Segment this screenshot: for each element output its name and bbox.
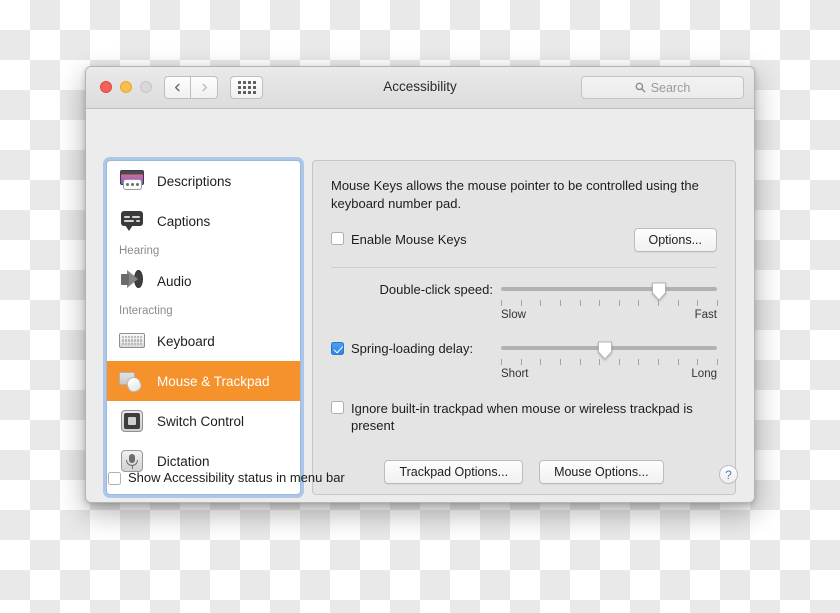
slider-tick (579, 358, 581, 365)
section-divider (331, 266, 717, 268)
checkbox-box (331, 400, 344, 414)
slider-ticks (501, 299, 718, 309)
slider-high-label: Fast (694, 308, 717, 321)
sidebar-item-switch-control[interactable]: Switch Control (107, 401, 300, 441)
slider-tick (638, 358, 640, 365)
slider-tick (520, 358, 522, 365)
slider-tick (658, 299, 660, 306)
slider-tick (540, 358, 542, 365)
switch-control-icon (118, 409, 146, 433)
slider-tick (520, 299, 522, 306)
slider-tick (618, 299, 620, 306)
slider-tick (579, 299, 581, 306)
slider-tick (501, 358, 502, 365)
slider-low-label: Short (501, 367, 529, 380)
slider-thumb[interactable] (597, 341, 612, 361)
spring-loading-delay-slider-block: Spring-loading delay: Short Long (331, 341, 718, 384)
slider-tick (677, 358, 679, 365)
slider-end-labels: Slow Fast (501, 309, 717, 325)
mouse-trackpad-settings-panel: Mouse Keys allows the mouse pointer to b… (312, 160, 736, 495)
show-accessibility-status-label: Show Accessibility status in menu bar (128, 470, 345, 485)
sidebar-group-hearing: Hearing (119, 245, 160, 257)
audio-icon (118, 269, 146, 293)
sidebar-item-label: Captions (157, 213, 211, 229)
window-bottom-bar: Show Accessibility status in menu bar ? (86, 457, 754, 502)
ignore-builtin-trackpad-checkbox[interactable]: Ignore built-in trackpad when mouse or w… (331, 400, 717, 435)
window-content: Descriptions Captions Hearing Audio Inte… (86, 109, 754, 502)
double-click-speed-label: Double-click speed: (379, 281, 493, 297)
sidebar-item-label: Switch Control (157, 413, 245, 429)
slider-tick (658, 358, 660, 365)
slider-thumb[interactable] (651, 282, 666, 302)
slider-tick (717, 358, 718, 365)
slider-tick (717, 299, 718, 306)
checkbox-box (331, 232, 344, 246)
double-click-speed-slider-block: Double-click speed: Slow Fast (331, 281, 718, 325)
slider-tick (599, 299, 601, 306)
accessibility-preferences-window: Accessibility Search Descriptions Captio… (85, 66, 755, 503)
sidebar-item-descriptions[interactable]: Descriptions (107, 161, 300, 201)
captions-icon (118, 209, 146, 233)
slider-tick (677, 299, 679, 306)
sidebar-item-label: Descriptions (157, 173, 232, 189)
slider-ticks (501, 358, 718, 368)
slider-tick (618, 358, 620, 365)
enable-mouse-keys-checkbox[interactable]: Enable Mouse Keys (331, 231, 467, 248)
search-icon (635, 82, 646, 93)
sidebar-item-audio[interactable]: Audio (107, 261, 300, 301)
checkbox-box (108, 471, 121, 485)
sidebar-item-label: Keyboard (157, 333, 215, 349)
sidebar-item-keyboard[interactable]: Keyboard (107, 321, 300, 361)
slider-track (501, 287, 717, 292)
slider-tick (638, 299, 640, 306)
slider-low-label: Slow (501, 308, 526, 321)
mouse-trackpad-icon (118, 369, 146, 395)
slider-tick (540, 299, 542, 306)
sidebar-item-mouse-trackpad[interactable]: Mouse & Trackpad (107, 361, 300, 401)
checkbox-box (331, 342, 344, 356)
sidebar-item-label: Audio (157, 273, 192, 289)
mouse-keys-options-button[interactable]: Options... (633, 227, 717, 252)
window-titlebar: Accessibility Search (86, 67, 754, 109)
sidebar-item-captions[interactable]: Captions (107, 201, 300, 241)
spring-loading-delay-label: Spring-loading delay: (351, 340, 474, 356)
keyboard-icon (118, 329, 146, 353)
slider-tick (559, 358, 561, 365)
slider-end-labels: Short Long (501, 368, 717, 384)
enable-mouse-keys-row: Enable Mouse Keys Options... (331, 227, 717, 252)
double-click-speed-row: Double-click speed: (331, 281, 717, 302)
double-click-speed-slider[interactable] (501, 282, 717, 302)
spring-loading-delay-row: Spring-loading delay: (331, 341, 717, 361)
search-field[interactable]: Search (581, 76, 744, 99)
sidebar-item-label: Mouse & Trackpad (157, 373, 270, 389)
slider-high-label: Long (691, 367, 717, 380)
spring-loading-delay-checkbox[interactable]: Spring-loading delay: (331, 341, 501, 356)
slider-tick (697, 299, 699, 306)
sidebar-group-interacting: Interacting (119, 305, 173, 317)
help-button[interactable]: ? (719, 465, 738, 484)
accessibility-feature-list[interactable]: Descriptions Captions Hearing Audio Inte… (106, 160, 301, 495)
search-placeholder: Search (650, 80, 691, 95)
ignore-builtin-trackpad-label: Ignore built-in trackpad when mouse or w… (351, 400, 693, 434)
mouse-keys-description: Mouse Keys allows the mouse pointer to b… (331, 178, 699, 212)
slider-tick (559, 299, 561, 306)
spring-loading-delay-scale: Short Long (331, 358, 718, 384)
enable-mouse-keys-label: Enable Mouse Keys (351, 232, 467, 248)
slider-tick (599, 358, 601, 365)
show-accessibility-status-checkbox[interactable]: Show Accessibility status in menu bar (108, 469, 345, 486)
spring-loading-delay-slider[interactable] (501, 341, 717, 361)
double-click-speed-scale: Slow Fast (331, 299, 718, 325)
slider-tick (697, 358, 699, 365)
descriptions-icon (118, 169, 146, 194)
slider-tick (501, 299, 502, 306)
